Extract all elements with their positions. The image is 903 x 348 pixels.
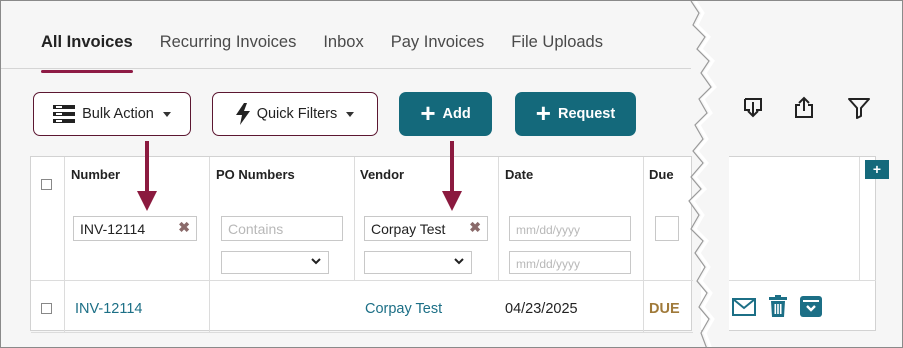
po-filter-input[interactable] (221, 216, 343, 241)
select-all-checkbox[interactable] (41, 179, 52, 190)
column-header-number[interactable]: Number (71, 167, 120, 182)
clear-icon[interactable]: ✖ (469, 219, 481, 236)
list-icon (53, 105, 76, 123)
archive-icon[interactable] (800, 296, 822, 317)
lightning-icon (235, 103, 250, 125)
request-button[interactable]: + Request (515, 92, 636, 136)
date-filter-input[interactable] (509, 216, 631, 241)
caret-down-icon (162, 111, 171, 117)
invoice-number-link[interactable]: INV-12114 (75, 301, 142, 317)
date-filter-input-2[interactable] (509, 251, 631, 274)
add-label: Add (442, 106, 471, 122)
caret-down-icon (346, 111, 355, 117)
filter-icon[interactable] (847, 96, 871, 120)
quick-filters-button[interactable]: Quick Filters (212, 92, 378, 136)
tabs-divider (1, 68, 691, 69)
tab-file-uploads[interactable]: File Uploads (511, 33, 603, 63)
tab-inbox[interactable]: Inbox (323, 33, 363, 63)
request-label: Request (557, 106, 616, 122)
number-filter: ✖ (73, 216, 197, 241)
bulk-action-label: Bulk Action (82, 106, 154, 122)
chevron-down-icon (311, 258, 321, 265)
invoice-tabs: All Invoices Recurring Invoices Inbox Pa… (41, 33, 603, 73)
annotation-arrow-number (137, 141, 157, 211)
annotation-arrow-vendor (442, 141, 462, 211)
column-header-po-numbers[interactable]: PO Numbers (216, 167, 295, 182)
chevron-down-icon (454, 258, 464, 265)
vendor-filter-select[interactable] (364, 251, 472, 274)
plus-icon: + (420, 97, 436, 128)
plus-icon: + (535, 97, 551, 128)
trash-icon[interactable] (769, 295, 787, 317)
date-cell: 04/23/2025 (505, 301, 578, 317)
bulk-action-button[interactable]: Bulk Action (33, 92, 191, 136)
add-button[interactable]: + Add (399, 92, 492, 136)
po-filter-select[interactable] (221, 251, 329, 274)
tab-pay-invoices[interactable]: Pay Invoices (391, 33, 485, 63)
tab-all-invoices[interactable]: All Invoices (41, 33, 133, 73)
email-icon[interactable] (732, 297, 756, 317)
column-header-vendor[interactable]: Vendor (360, 167, 404, 182)
vendor-link[interactable]: Corpay Test (365, 301, 442, 317)
upload-icon[interactable] (792, 96, 816, 120)
download-icon[interactable] (741, 96, 765, 120)
torn-edge (688, 1, 729, 347)
add-column-button[interactable]: + (865, 160, 889, 179)
quick-filters-label: Quick Filters (256, 106, 338, 122)
vendor-filter: ✖ (364, 216, 488, 241)
column-header-date[interactable]: Date (505, 167, 533, 182)
app-window: All Invoices Recurring Invoices Inbox Pa… (0, 0, 903, 348)
clear-icon[interactable]: ✖ (178, 219, 190, 236)
tab-recurring-invoices[interactable]: Recurring Invoices (160, 33, 297, 63)
row-checkbox[interactable] (41, 303, 52, 314)
